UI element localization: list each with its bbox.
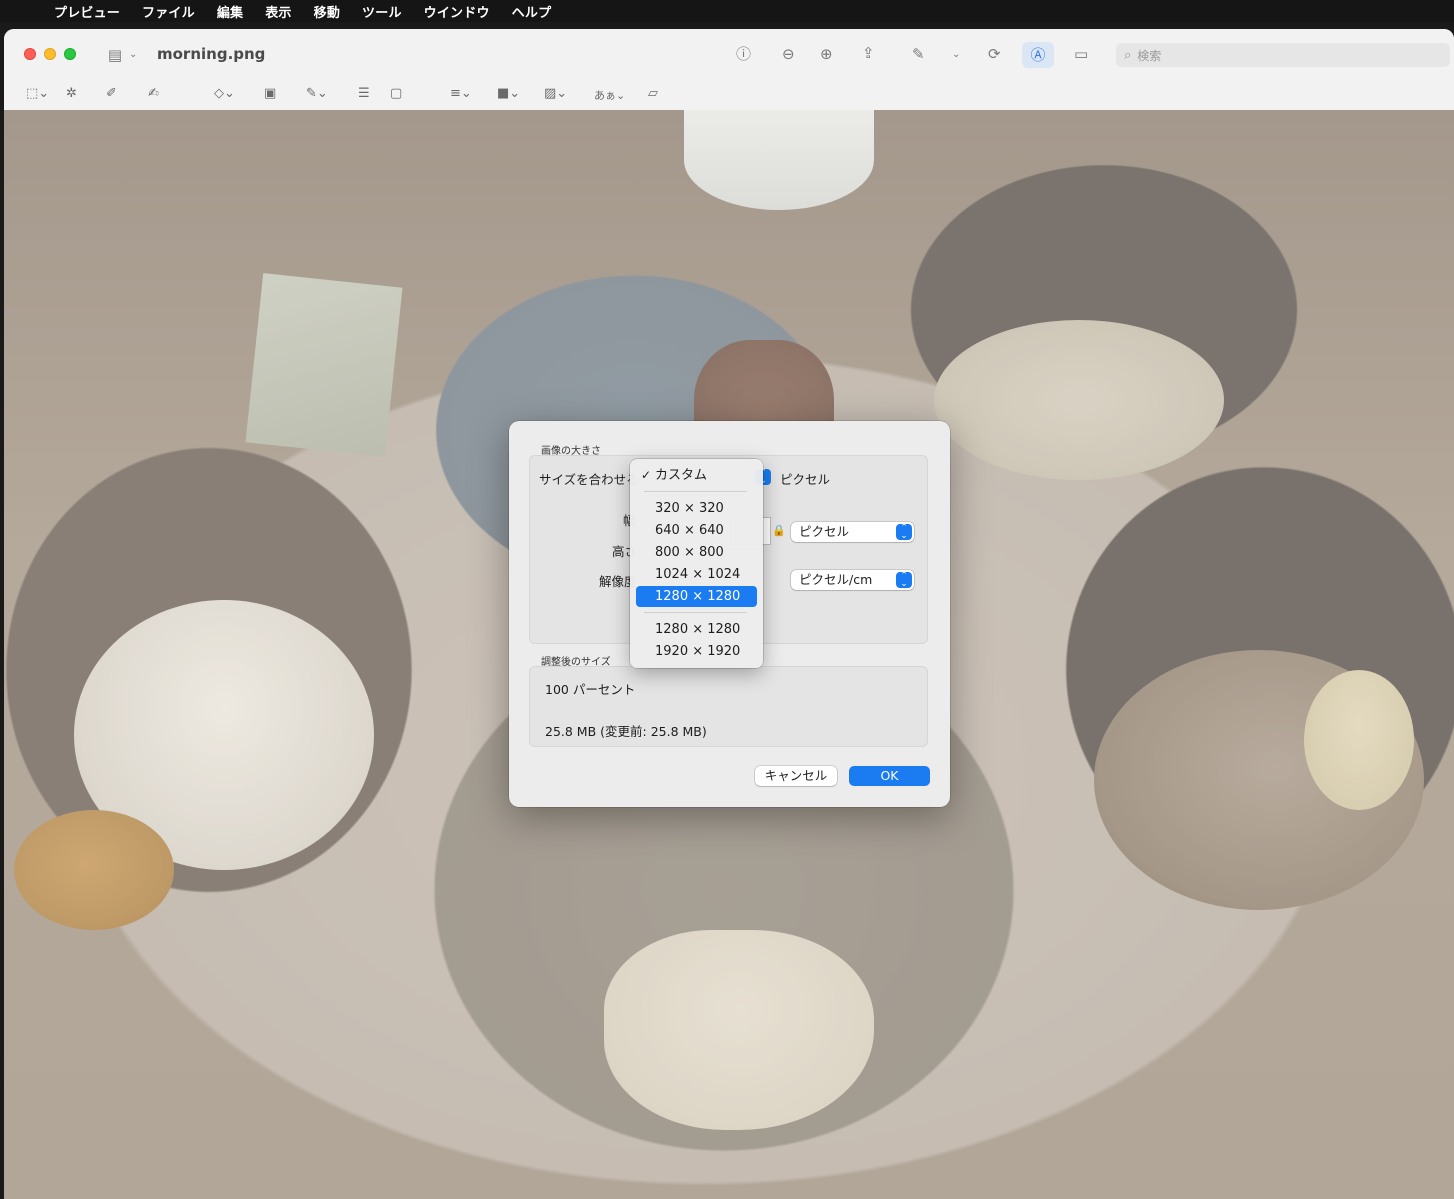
menu-file[interactable]: ファイル xyxy=(142,2,195,21)
selection-tool-icon[interactable]: ⬚⌄ xyxy=(26,86,49,101)
menu-edit[interactable]: 編集 xyxy=(217,2,243,21)
result-size-group: 100 パーセント 25.8 MB (変更前: 25.8 MB) xyxy=(529,666,928,747)
zoom-out-icon[interactable]: ⊖ xyxy=(782,45,795,63)
info-icon[interactable]: ⓘ xyxy=(736,45,751,63)
menu-item-size[interactable]: 1024 × 1024 xyxy=(636,564,757,585)
instant-alpha-icon[interactable]: ✲ xyxy=(66,86,77,101)
fit-label: サイズを合わせる xyxy=(539,472,639,487)
menu-item-size[interactable]: 320 × 320 xyxy=(636,498,757,519)
zoom-button[interactable] xyxy=(64,48,76,60)
menu-item-size[interactable]: 640 × 640 xyxy=(636,520,757,541)
sketch-icon[interactable]: ✐ xyxy=(106,86,117,101)
menu-item-label: カスタム xyxy=(655,468,708,483)
search-placeholder: 検索 xyxy=(1137,48,1162,63)
magnifier-icon: ⌕ xyxy=(1124,47,1132,63)
title-bar: ▤ ⌄ morning.png ⓘ ⊖ ⊕ ⇪ ✎ ⌄ ⟳ Ⓐ ▭ ⌕ 検索 xyxy=(4,29,1454,81)
menu-bar: プレビュー ファイル 編集 表示 移動 ツール ウインドウ ヘルプ xyxy=(0,0,1454,22)
highlight-pen-icon[interactable]: ✎ xyxy=(912,45,925,63)
rotate-icon[interactable]: ⟳ xyxy=(988,45,1001,63)
checkmark-icon: ✓ xyxy=(641,468,652,482)
unit-popup-value: ピクセル xyxy=(799,524,850,539)
adjust-color-icon[interactable]: ☰ xyxy=(358,86,370,101)
unit-popup[interactable]: ピクセル ⌃ ⌄ xyxy=(791,522,914,542)
text-icon[interactable]: ▣ xyxy=(264,86,276,101)
popup-stepper-icon: ⌃⌄ xyxy=(896,572,912,589)
sidebar-icon[interactable]: ▤ xyxy=(104,46,126,64)
border-color-icon[interactable]: ■⌄ xyxy=(497,86,520,101)
markup-toolbar: ⬚⌄ ✲ ✐ ✍ ◇⌄ ▣ ✎⌄ ☰ ▢ ≡⌄ ■⌄ ▨⌄ あぁ⌄ ▱ xyxy=(4,81,1454,111)
shape-style-icon[interactable]: ≡⌄ xyxy=(450,86,472,101)
text-style-icon[interactable]: あぁ⌄ xyxy=(594,87,625,103)
menu-window[interactable]: ウインドウ xyxy=(424,2,490,21)
menu-item-size[interactable]: 1920 × 1920 xyxy=(636,641,757,662)
markup-icon[interactable]: Ⓐ xyxy=(1022,42,1054,68)
popup-stepper-icon: ⌃⌄ xyxy=(896,524,912,541)
cancel-button[interactable]: キャンセル xyxy=(755,766,837,786)
filesize-value: 25.8 MB (変更前: 25.8 MB) xyxy=(545,724,707,739)
minimize-button[interactable] xyxy=(44,48,56,60)
menu-tools[interactable]: ツール xyxy=(362,2,402,21)
document-title: morning.png xyxy=(157,45,266,63)
resolution-unit-popup[interactable]: ピクセル/cm ⌃ ⌄ xyxy=(791,570,914,590)
menu-item-size-highlighted[interactable]: 1280 × 1280 xyxy=(636,586,757,607)
fit-unit-label: ピクセル xyxy=(780,472,831,487)
menu-separator xyxy=(644,612,747,613)
search-input[interactable]: ⌕ 検索 xyxy=(1116,43,1450,67)
resolution-unit-value: ピクセル/cm xyxy=(799,572,873,587)
sign-icon[interactable]: ✎⌄ xyxy=(306,86,328,101)
menu-view[interactable]: 表示 xyxy=(265,2,291,21)
adjust-size-icon[interactable]: ▢ xyxy=(390,86,402,101)
chevron-down-icon[interactable]: ⌄ xyxy=(129,46,137,64)
fit-size-menu: ✓ カスタム 320 × 320 640 × 640 800 × 800 102… xyxy=(630,459,763,668)
share-icon[interactable]: ⇪ xyxy=(862,44,875,62)
ok-button[interactable]: OK xyxy=(849,766,930,786)
shapes-icon[interactable]: ◇⌄ xyxy=(214,86,235,101)
menu-go[interactable]: 移動 xyxy=(314,2,340,21)
draw-icon[interactable]: ✍ xyxy=(148,86,159,101)
menu-separator xyxy=(644,491,747,492)
lock-icon[interactable]: 🔒 xyxy=(772,524,786,537)
menu-item-size[interactable]: 1280 × 1280 xyxy=(636,619,757,640)
annotate-icon[interactable]: ▱ xyxy=(648,86,658,101)
menu-help[interactable]: ヘルプ xyxy=(512,2,552,21)
chevron-down-icon[interactable]: ⌄ xyxy=(952,46,960,64)
menu-app[interactable]: プレビュー xyxy=(54,2,120,21)
close-button[interactable] xyxy=(24,48,36,60)
zoom-in-icon[interactable]: ⊕ xyxy=(820,45,833,63)
percent-value: 100 パーセント xyxy=(545,682,636,697)
form-fill-icon[interactable]: ▭ xyxy=(1074,45,1088,63)
menu-item-custom[interactable]: ✓ カスタム xyxy=(636,465,757,486)
fill-color-icon[interactable]: ▨⌄ xyxy=(544,86,567,101)
menu-item-size[interactable]: 800 × 800 xyxy=(636,542,757,563)
